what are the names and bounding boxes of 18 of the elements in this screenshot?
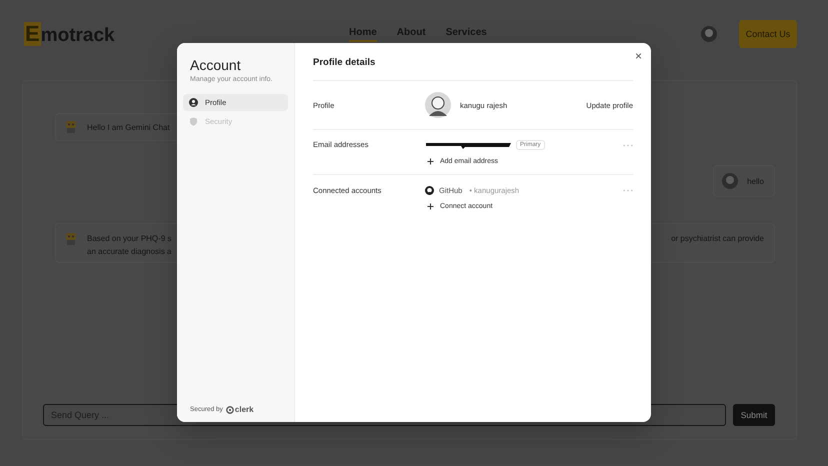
clerk-logo-icon (226, 406, 234, 414)
avatar-icon (722, 173, 738, 189)
section-title: Profile details (313, 57, 376, 68)
dialog-title: Account (189, 57, 242, 73)
user-icon (189, 98, 198, 107)
logo-initial: E (24, 22, 41, 46)
plus-icon (427, 203, 434, 210)
robot-icon (64, 120, 78, 134)
brand-name: clerk (234, 405, 254, 414)
submit-button[interactable]: Submit (733, 404, 775, 426)
shield-icon (189, 117, 198, 126)
more-icon (623, 144, 633, 146)
plus-icon (427, 158, 434, 165)
close-button[interactable]: × (634, 50, 642, 62)
robot-icon (64, 232, 78, 246)
avatar-icon (701, 26, 717, 42)
more-icon (623, 189, 633, 192)
avatar-icon (425, 92, 451, 118)
